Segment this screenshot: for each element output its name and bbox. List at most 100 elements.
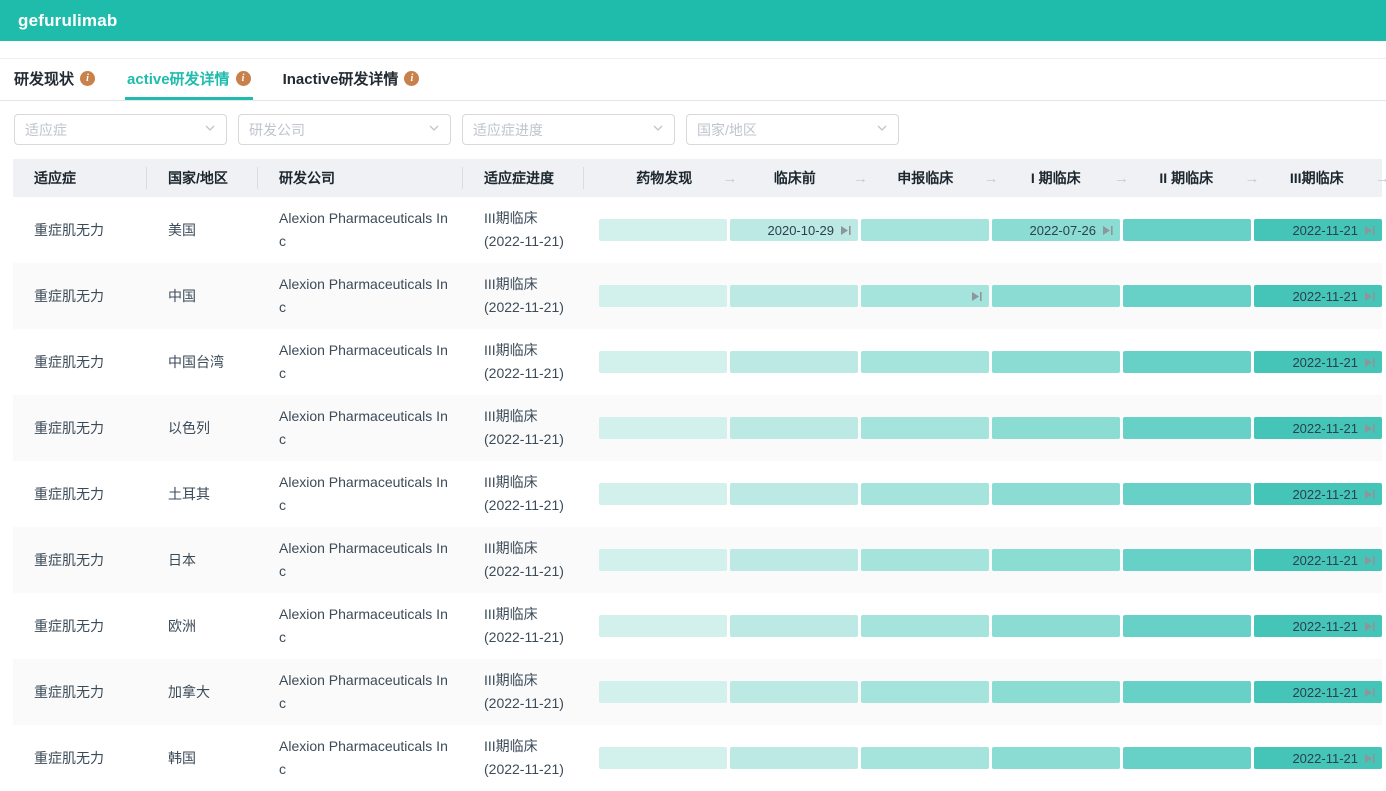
tab-active-rd-details[interactable]: active研发详情 i — [125, 59, 253, 100]
stage-bar-5[interactable]: 2022-11-21 — [1254, 351, 1382, 373]
stage-bar-3[interactable] — [992, 615, 1120, 637]
stage-bar-0[interactable] — [599, 483, 727, 505]
stage-bar-1[interactable] — [730, 615, 858, 637]
stage-bar-3[interactable] — [992, 417, 1120, 439]
stage-bar-1[interactable] — [730, 483, 858, 505]
step-marker-icon[interactable] — [1364, 357, 1375, 368]
table-row: 重症肌无力日本Alexion Pharmaceuticals IncIII期临床… — [13, 527, 1382, 593]
step-marker-icon[interactable] — [1102, 225, 1113, 236]
select-placeholder: 适应症 — [25, 120, 67, 140]
stage-bar-3[interactable] — [992, 549, 1120, 571]
stage-bar-5[interactable]: 2022-11-21 — [1254, 681, 1382, 703]
progress-cell: III期临床(2022-11-21) — [463, 471, 584, 517]
stage-bar-1[interactable] — [730, 747, 858, 769]
stage-bar-5[interactable]: 2022-11-21 — [1254, 549, 1382, 571]
filter-select-company[interactable]: 研发公司 — [238, 114, 451, 145]
country-cell: 韩国 — [147, 748, 258, 768]
stage-bar-4[interactable] — [1123, 681, 1251, 703]
stage-bar-5[interactable]: 2022-11-21 — [1254, 417, 1382, 439]
stage-bar-3[interactable] — [992, 285, 1120, 307]
step-marker-icon[interactable] — [1364, 687, 1375, 698]
stage-bar-4[interactable] — [1123, 483, 1251, 505]
stage-bar-2[interactable] — [861, 285, 989, 307]
step-marker-icon[interactable] — [1364, 225, 1375, 236]
stage-bar-0[interactable] — [599, 681, 727, 703]
info-icon[interactable]: i — [404, 71, 419, 86]
stage-bar-0[interactable] — [599, 747, 727, 769]
stage-bar-2[interactable] — [861, 615, 989, 637]
step-marker-icon[interactable] — [1364, 291, 1375, 302]
stage-bar-2[interactable] — [861, 549, 989, 571]
tab-rd-status[interactable]: 研发现状i — [12, 59, 97, 100]
stage-bar-1[interactable] — [730, 681, 858, 703]
stage-bar-3[interactable]: 2022-07-26 — [992, 219, 1120, 241]
info-icon[interactable]: i — [236, 71, 251, 86]
stage-bar-5[interactable]: 2022-11-21 — [1254, 747, 1382, 769]
step-marker-icon[interactable] — [971, 291, 982, 302]
company-cell: Alexion Pharmaceuticals Inc — [258, 537, 463, 583]
country-cell: 以色列 — [147, 418, 258, 438]
stage-bar-0[interactable] — [599, 219, 727, 241]
stage-bar-2[interactable] — [861, 681, 989, 703]
stage-bar-0[interactable] — [599, 285, 727, 307]
table-row: 重症肌无力欧洲Alexion Pharmaceuticals IncIII期临床… — [13, 593, 1382, 659]
filter-select-indication[interactable]: 适应症 — [14, 114, 227, 145]
info-icon[interactable]: i — [80, 71, 95, 86]
stage-bar-4[interactable] — [1123, 549, 1251, 571]
progress-phase: III期临床 — [484, 273, 584, 296]
step-marker-icon[interactable] — [1364, 753, 1375, 764]
stage-header-label: II 期临床 — [1159, 168, 1213, 188]
stage-bar-4[interactable] — [1123, 615, 1251, 637]
stage-bar-0[interactable] — [599, 549, 727, 571]
progress-phase: III期临床 — [484, 603, 584, 626]
stage-bar-1[interactable] — [730, 549, 858, 571]
stage-bar-4[interactable] — [1123, 285, 1251, 307]
app-header: gefurulimab — [0, 0, 1386, 41]
filter-bar: 适应症 研发公司 适应症进度 国家/地区 — [0, 101, 1386, 159]
stage-bar-3[interactable] — [992, 483, 1120, 505]
stage-bar-1[interactable] — [730, 417, 858, 439]
step-marker-icon[interactable] — [1364, 555, 1375, 566]
tab-inactive-rd-details[interactable]: Inactive研发详情i — [281, 59, 422, 100]
bar-date: 2022-11-21 — [1292, 355, 1358, 370]
stage-bar-5[interactable]: 2022-11-21 — [1254, 285, 1382, 307]
stage-bar-2[interactable] — [861, 417, 989, 439]
progress-cell: III期临床(2022-11-21) — [463, 735, 584, 781]
stage-bar-1[interactable]: 2020-10-29 — [730, 219, 858, 241]
stage-bar-5[interactable]: 2022-11-21 — [1254, 615, 1382, 637]
step-marker-icon[interactable] — [840, 225, 851, 236]
country-cell: 加拿大 — [147, 682, 258, 702]
bar-date: 2022-11-21 — [1292, 223, 1358, 238]
stage-bar-3[interactable] — [992, 351, 1120, 373]
stage-bar-1[interactable] — [730, 285, 858, 307]
stage-bar-1[interactable] — [730, 351, 858, 373]
stage-bar-5[interactable]: 2022-11-21 — [1254, 219, 1382, 241]
select-placeholder: 适应症进度 — [473, 120, 543, 140]
stage-bar-4[interactable] — [1123, 351, 1251, 373]
stage-bar-4[interactable] — [1123, 417, 1251, 439]
stage-bar-4[interactable] — [1123, 219, 1251, 241]
stage-bar-0[interactable] — [599, 351, 727, 373]
stage-bar-2[interactable] — [861, 351, 989, 373]
stage-bar-2[interactable] — [861, 219, 989, 241]
stage-bar-3[interactable] — [992, 681, 1120, 703]
table-row: 重症肌无力以色列Alexion Pharmaceuticals IncIII期临… — [13, 395, 1382, 461]
stage-bar-5[interactable]: 2022-11-21 — [1254, 483, 1382, 505]
bar-date: 2020-10-29 — [768, 223, 835, 238]
stage-bar-3[interactable] — [992, 747, 1120, 769]
indication-cell: 重症肌无力 — [13, 418, 147, 438]
stage-bar-0[interactable] — [599, 615, 727, 637]
stage-bar-0[interactable] — [599, 417, 727, 439]
filter-select-indication-progress[interactable]: 适应症进度 — [462, 114, 675, 145]
step-marker-icon[interactable] — [1364, 489, 1375, 500]
step-marker-icon[interactable] — [1364, 621, 1375, 632]
step-marker-icon[interactable] — [1364, 423, 1375, 434]
stage-bar-2[interactable] — [861, 483, 989, 505]
progress-date: (2022-11-21) — [484, 758, 584, 781]
tab-label: active研发详情 — [127, 68, 230, 89]
bar-date: 2022-11-21 — [1292, 619, 1358, 634]
stage-bar-2[interactable] — [861, 747, 989, 769]
stage-bar-4[interactable] — [1123, 747, 1251, 769]
filter-select-country-region[interactable]: 国家/地区 — [686, 114, 899, 145]
stage-header-5: III期临床→ — [1252, 159, 1383, 197]
